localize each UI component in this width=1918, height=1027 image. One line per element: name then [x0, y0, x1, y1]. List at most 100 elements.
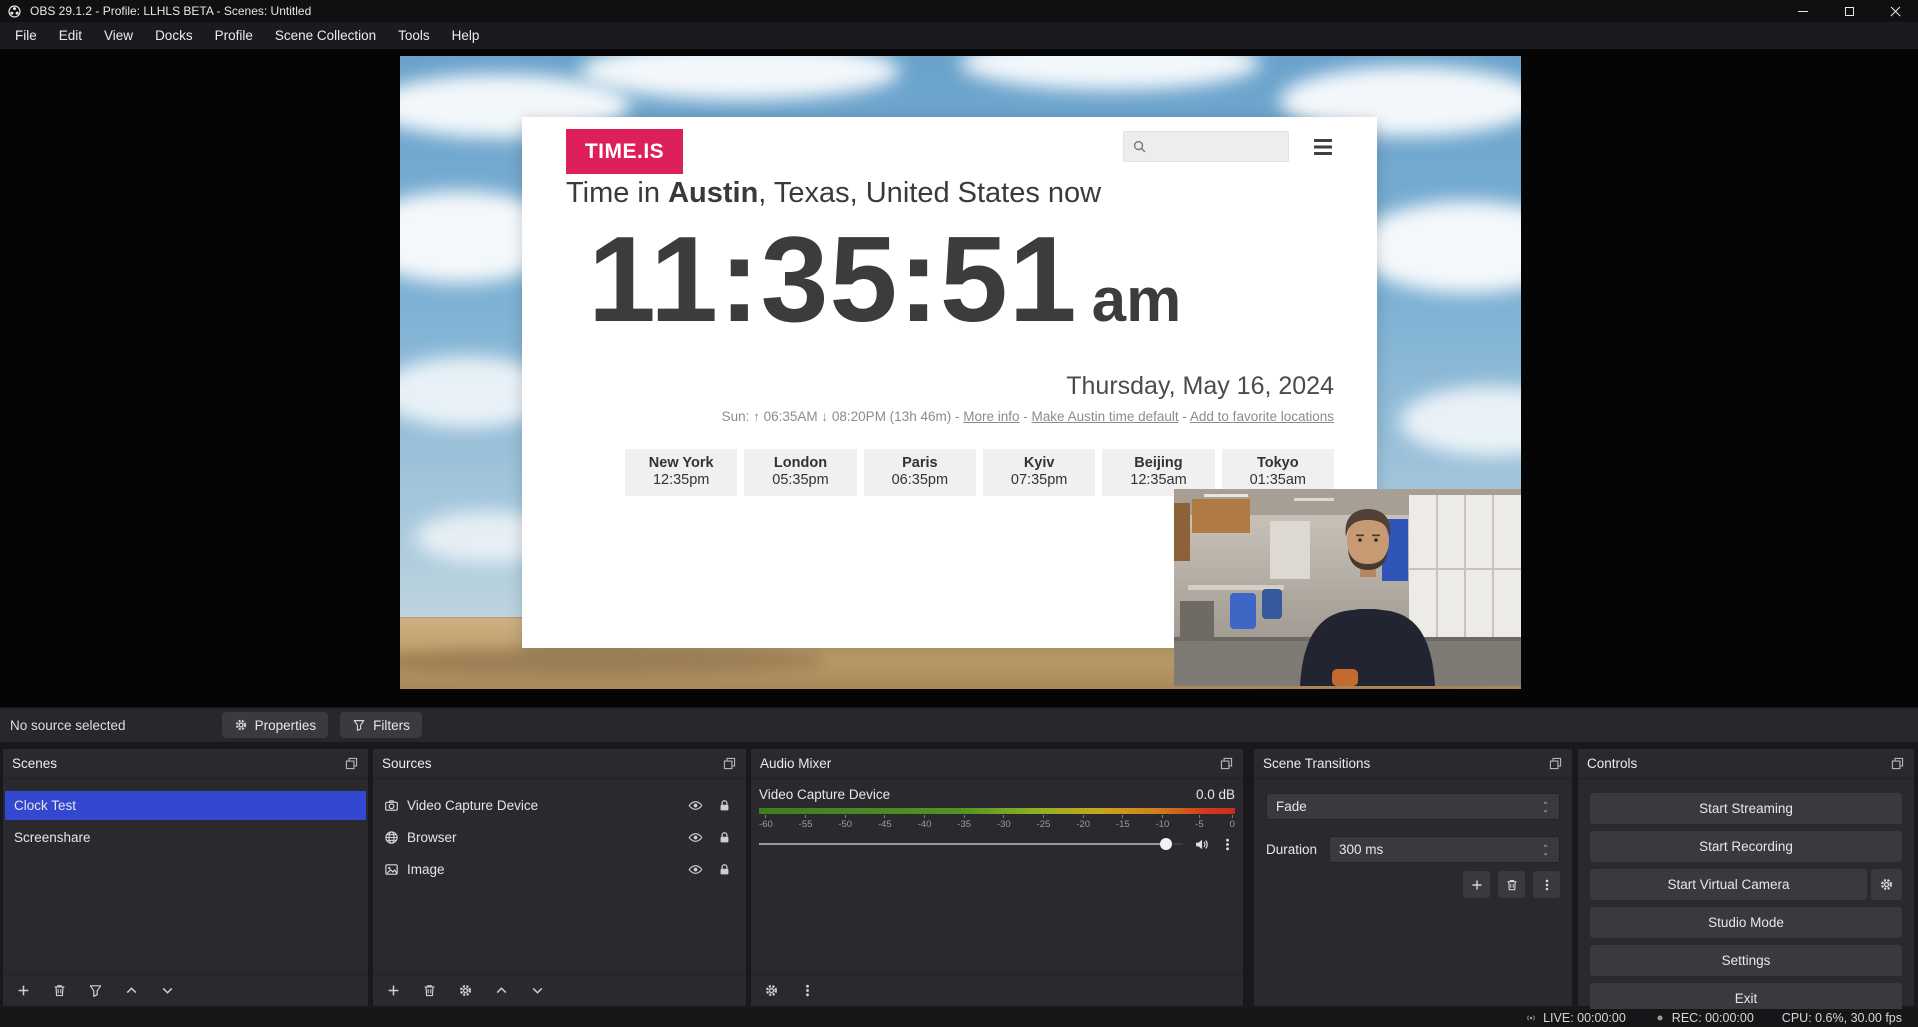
scene-canvas[interactable]: TIME.IS Time in Austin, Texas, United St… [400, 56, 1521, 689]
scene-transitions-header[interactable]: Scene Transitions [1254, 749, 1572, 779]
move-scene-up-icon[interactable] [124, 983, 139, 998]
scene-filters-icon[interactable] [88, 983, 103, 998]
heading-suffix: , Texas, United States now [758, 177, 1101, 209]
audio-mixer-header[interactable]: Audio Mixer [751, 749, 1243, 779]
menu-help[interactable]: Help [441, 22, 491, 49]
channel-options-dots-icon[interactable] [1220, 837, 1235, 852]
source-properties-gear-icon[interactable] [458, 983, 473, 998]
chevron-down-icon[interactable] [1541, 851, 1550, 857]
chevron-up-icon[interactable] [1541, 800, 1550, 806]
dots-icon [1540, 878, 1554, 892]
add-scene-icon[interactable] [16, 983, 31, 998]
source-item-video-capture[interactable]: Video Capture Device [375, 791, 744, 820]
start-recording-button[interactable]: Start Recording [1590, 831, 1902, 862]
volume-slider[interactable] [759, 835, 1183, 853]
filters-button[interactable]: Filters [340, 712, 422, 738]
duration-spinbox[interactable]: 300 ms [1329, 836, 1560, 863]
properties-button[interactable]: Properties [222, 712, 329, 738]
move-source-up-icon[interactable] [494, 983, 509, 998]
scene-item-clock-test[interactable]: Clock Test [5, 791, 366, 820]
titlebar: OBS 29.1.2 - Profile: LLHLS BETA - Scene… [0, 0, 1918, 22]
source-item-image[interactable]: Image [375, 855, 744, 884]
lock-icon[interactable] [717, 798, 732, 813]
add-source-icon[interactable] [386, 983, 401, 998]
popout-icon[interactable] [1890, 756, 1905, 771]
timeis-heading: Time in Austin, Texas, United States now [566, 177, 1101, 210]
controls-header[interactable]: Controls [1578, 749, 1914, 779]
city-name: Paris [864, 455, 976, 471]
move-source-down-icon[interactable] [530, 983, 545, 998]
db-tick: -50 [838, 815, 852, 830]
add-transition-button[interactable] [1463, 871, 1490, 898]
no-source-selected-label: No source selected [10, 718, 126, 733]
db-tick: 0 [1230, 815, 1235, 830]
slider-fill [759, 843, 1166, 845]
controls-body: Start Streaming Start Recording Start Vi… [1578, 779, 1914, 1014]
slider-handle[interactable] [1160, 838, 1172, 850]
minimize-button[interactable] [1780, 0, 1826, 22]
lock-icon[interactable] [717, 830, 732, 845]
menu-file[interactable]: File [4, 22, 48, 49]
city-name: Tokyo [1222, 455, 1334, 471]
db-tick: -10 [1156, 815, 1170, 830]
transition-properties-button[interactable] [1533, 871, 1560, 898]
chevron-down-icon[interactable] [1541, 808, 1550, 814]
popout-icon[interactable] [1548, 756, 1563, 771]
start-streaming-button[interactable]: Start Streaming [1590, 793, 1902, 824]
scene-item-screenshare[interactable]: Screenshare [5, 823, 366, 852]
remove-source-icon[interactable] [422, 983, 437, 998]
combo-arrows[interactable] [1541, 800, 1550, 814]
db-tick: -30 [997, 815, 1011, 830]
remove-transition-button[interactable] [1498, 871, 1525, 898]
close-icon [1890, 6, 1901, 17]
scenes-panel-header[interactable]: Scenes [3, 749, 368, 779]
add-favorite-link: Add to favorite locations [1190, 409, 1334, 424]
rec-status: REC: 00:00:00 [1654, 1011, 1754, 1025]
separator: - [1023, 409, 1028, 424]
close-button[interactable] [1872, 0, 1918, 22]
menu-tools[interactable]: Tools [387, 22, 441, 49]
obs-logo-icon [7, 4, 22, 19]
mixer-options-dots-icon[interactable] [800, 983, 815, 998]
popout-icon[interactable] [722, 756, 737, 771]
menu-view[interactable]: View [93, 22, 144, 49]
menu-docks[interactable]: Docks [144, 22, 204, 49]
visibility-eye-icon[interactable] [688, 830, 703, 845]
sources-list: Video Capture Device Browser Image [373, 779, 746, 884]
sources-panel-header[interactable]: Sources [373, 749, 746, 779]
hamburger-menu-icon [1310, 134, 1336, 160]
maximize-button[interactable] [1826, 0, 1872, 22]
studio-mode-button[interactable]: Studio Mode [1590, 907, 1902, 938]
scenes-toolbar [3, 974, 368, 1006]
time-value: 11:35:51 [588, 211, 1078, 347]
virtual-camera-config-button[interactable] [1871, 869, 1902, 900]
visibility-eye-icon[interactable] [688, 862, 703, 877]
source-label: Video Capture Device [407, 798, 538, 813]
lock-icon[interactable] [717, 862, 732, 877]
transition-combobox[interactable]: Fade [1266, 793, 1560, 820]
volume-meter [759, 808, 1235, 814]
move-scene-down-icon[interactable] [160, 983, 175, 998]
source-item-browser[interactable]: Browser [375, 823, 744, 852]
menu-edit[interactable]: Edit [48, 22, 93, 49]
menu-profile[interactable]: Profile [204, 22, 264, 49]
remove-scene-icon[interactable] [52, 983, 67, 998]
live-broadcast-icon [1525, 1012, 1537, 1024]
live-time: LIVE: 00:00:00 [1543, 1011, 1626, 1025]
visibility-eye-icon[interactable] [688, 798, 703, 813]
window-controls [1780, 0, 1918, 22]
popout-icon[interactable] [1219, 756, 1234, 771]
minimize-icon [1798, 11, 1808, 12]
popout-icon[interactable] [344, 756, 359, 771]
advanced-audio-gear-icon[interactable] [764, 983, 779, 998]
chevron-up-icon[interactable] [1541, 843, 1550, 849]
duration-value: 300 ms [1339, 842, 1383, 857]
spin-arrows[interactable] [1541, 843, 1550, 857]
start-virtual-camera-button[interactable]: Start Virtual Camera [1590, 869, 1867, 900]
db-tick: -35 [957, 815, 971, 830]
speaker-mute-icon[interactable] [1194, 837, 1209, 852]
settings-button[interactable]: Settings [1590, 945, 1902, 976]
separator: - [1182, 409, 1187, 424]
menu-scene-collection[interactable]: Scene Collection [264, 22, 387, 49]
preview-area: TIME.IS Time in Austin, Texas, United St… [0, 49, 1918, 707]
